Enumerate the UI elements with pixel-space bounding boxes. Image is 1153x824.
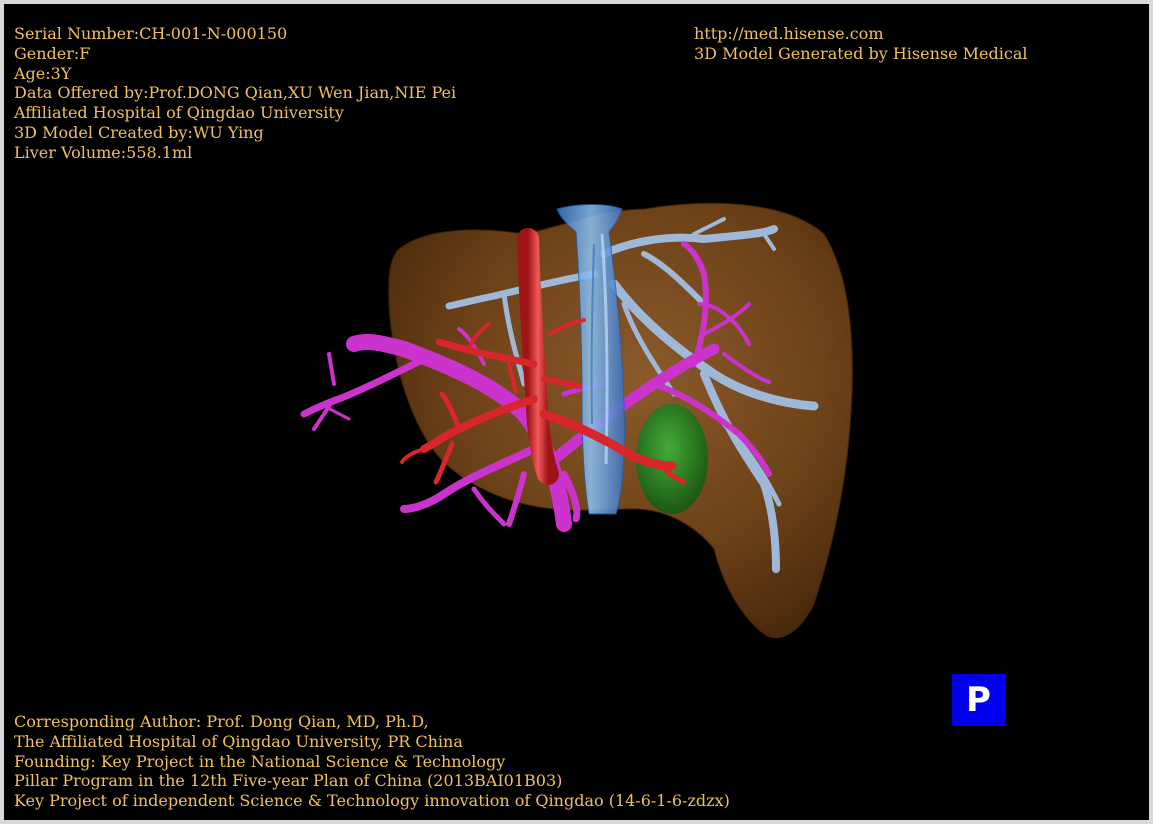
- corresponding-author: Corresponding Author: Prof. Dong Qian, M…: [14, 712, 429, 731]
- funding-line-3: Key Project of independent Science & Tec…: [14, 791, 730, 811]
- projection-toggle-button[interactable]: P: [952, 674, 1005, 726]
- data-offered-by: Data Offered by:Prof.DONG Qian,XU Wen Ji…: [14, 83, 457, 103]
- patient-info: Serial Number:CH-001-N-000150 Gender:F A…: [14, 24, 456, 163]
- vendor-url: http://med.hisense.com: [694, 24, 884, 43]
- author-affiliation: The Affiliated Hospital of Qingdao Unive…: [14, 731, 463, 751]
- funding-line-1: Founding: Key Project in the National Sc…: [14, 751, 506, 771]
- model-created-by: 3D Model Created by:WU Ying: [14, 122, 264, 142]
- funding-line-2: Pillar Program in the 12th Five-year Pla…: [14, 771, 563, 791]
- liver-volume: Liver Volume:558.1ml: [14, 142, 193, 162]
- viewer-frame: Serial Number:CH-001-N-000150 Gender:F A…: [0, 0, 1153, 824]
- vendor-info: http://med.hisense.com 3D Model Generate…: [694, 24, 1027, 64]
- gender: Gender:F: [14, 43, 91, 63]
- age: Age:3Y: [14, 63, 72, 83]
- hospital-name: Affiliated Hospital of Qingdao Universit…: [14, 103, 344, 123]
- credits-footer: Corresponding Author: Prof. Dong Qian, M…: [14, 712, 730, 811]
- generated-by: 3D Model Generated by Hisense Medical: [694, 43, 1028, 63]
- serial-number: Serial Number:CH-001-N-000150: [14, 24, 288, 43]
